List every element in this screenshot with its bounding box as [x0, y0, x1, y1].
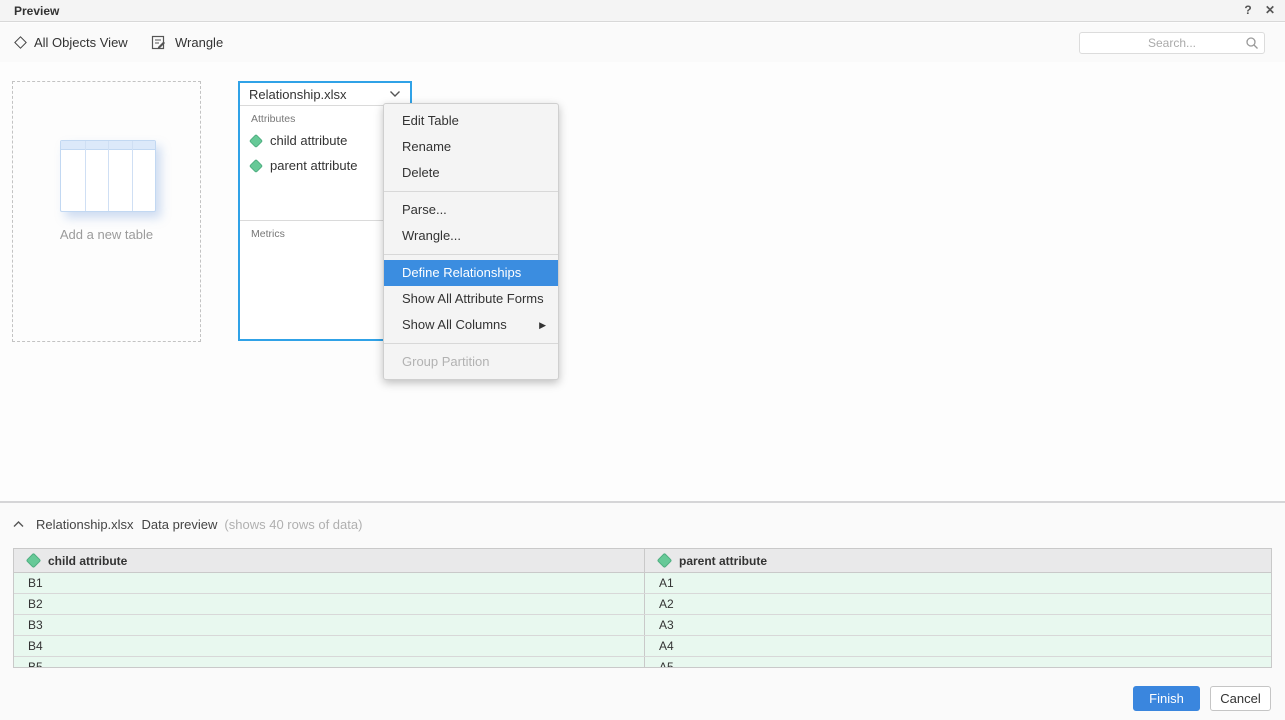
table-row: B4 A4	[14, 636, 1271, 657]
cancel-button[interactable]: Cancel	[1210, 686, 1271, 711]
metrics-label: Metrics	[251, 228, 399, 240]
column-header-label: child attribute	[48, 554, 127, 568]
all-objects-view-label: All Objects View	[34, 35, 128, 50]
attribute-diamond-icon	[26, 553, 42, 569]
add-new-table-dropzone[interactable]: Add a new table	[12, 81, 201, 342]
menu-item-delete[interactable]: Delete	[384, 160, 558, 186]
menu-item-edit-table[interactable]: Edit Table	[384, 108, 558, 134]
wrangle-icon	[151, 35, 166, 50]
title-bar: Preview ? ✕	[0, 0, 1285, 22]
table-cell: A5	[645, 657, 1271, 668]
attribute-diamond-icon	[249, 158, 263, 172]
search-input[interactable]	[1079, 32, 1265, 54]
submenu-arrow-icon: ▶	[539, 312, 546, 338]
data-preview-table: child attribute parent attribute B1 A1 B…	[13, 548, 1272, 668]
attribute-item-child[interactable]: child attribute	[251, 133, 399, 148]
search-icon[interactable]	[1245, 36, 1259, 55]
table-cell: B3	[14, 615, 645, 635]
menu-item-rename[interactable]: Rename	[384, 134, 558, 160]
menu-item-show-all-attribute-forms[interactable]: Show All Attribute Forms	[384, 286, 558, 312]
help-icon[interactable]: ?	[1241, 3, 1255, 17]
search-box	[1079, 32, 1265, 54]
attribute-item-parent[interactable]: parent attribute	[251, 158, 399, 173]
toolbar: All Objects View Wrangle	[0, 23, 1285, 62]
wrangle-button[interactable]: Wrangle	[151, 23, 223, 62]
menu-item-group-partition: Group Partition	[384, 349, 558, 375]
menu-item-parse[interactable]: Parse...	[384, 197, 558, 223]
preview-label: Data preview	[142, 517, 218, 532]
attributes-label: Attributes	[251, 113, 399, 125]
preview-table-name: Relationship.xlsx	[36, 517, 134, 532]
table-cell: A2	[645, 594, 1271, 614]
wrangle-label: Wrangle	[175, 35, 223, 50]
attribute-diamond-icon	[249, 133, 263, 147]
data-preview-header: Relationship.xlsx Data preview (shows 40…	[13, 517, 362, 532]
table-card-title: Relationship.xlsx	[249, 87, 347, 102]
add-table-label: Add a new table	[13, 227, 200, 242]
preview-rows-note: (shows 40 rows of data)	[224, 517, 362, 532]
table-header-row: child attribute parent attribute	[14, 549, 1271, 573]
table-row: B5 A5	[14, 657, 1271, 668]
table-row: B3 A3	[14, 615, 1271, 636]
menu-item-define-relationships[interactable]: Define Relationships	[384, 260, 558, 286]
column-header-label: parent attribute	[679, 554, 767, 568]
finish-button[interactable]: Finish	[1133, 686, 1200, 711]
table-cell: B4	[14, 636, 645, 656]
menu-item-show-all-columns[interactable]: Show All Columns ▶	[384, 312, 558, 338]
close-icon[interactable]: ✕	[1263, 3, 1277, 17]
data-preview-panel: Relationship.xlsx Data preview (shows 40…	[0, 503, 1285, 720]
table-row: B1 A1	[14, 573, 1271, 594]
menu-item-label: Show All Columns	[402, 317, 507, 332]
menu-item-wrangle[interactable]: Wrangle...	[384, 223, 558, 249]
menu-divider	[384, 254, 558, 255]
page-title: Preview	[14, 4, 59, 18]
attribute-name: child attribute	[270, 133, 347, 148]
all-objects-view-button[interactable]: All Objects View	[16, 23, 128, 62]
table-cell: B2	[14, 594, 645, 614]
column-header-parent-attribute[interactable]: parent attribute	[645, 549, 1271, 572]
table-cell: A1	[645, 573, 1271, 593]
table-cell: B1	[14, 573, 645, 593]
column-header-child-attribute[interactable]: child attribute	[14, 549, 645, 572]
menu-divider	[384, 191, 558, 192]
attribute-diamond-icon	[657, 553, 673, 569]
menu-divider	[384, 343, 558, 344]
table-cell: B5	[14, 657, 645, 668]
table-cell: A3	[645, 615, 1271, 635]
table-cell: A4	[645, 636, 1271, 656]
collapse-chevron-icon[interactable]	[13, 521, 24, 528]
table-context-menu: Edit Table Rename Delete Parse... Wrangl…	[383, 103, 559, 380]
table-icon	[60, 140, 156, 212]
chevron-down-icon	[389, 90, 401, 98]
table-row: B2 A2	[14, 594, 1271, 615]
attribute-name: parent attribute	[270, 158, 357, 173]
diamond-outline-icon	[14, 36, 27, 49]
